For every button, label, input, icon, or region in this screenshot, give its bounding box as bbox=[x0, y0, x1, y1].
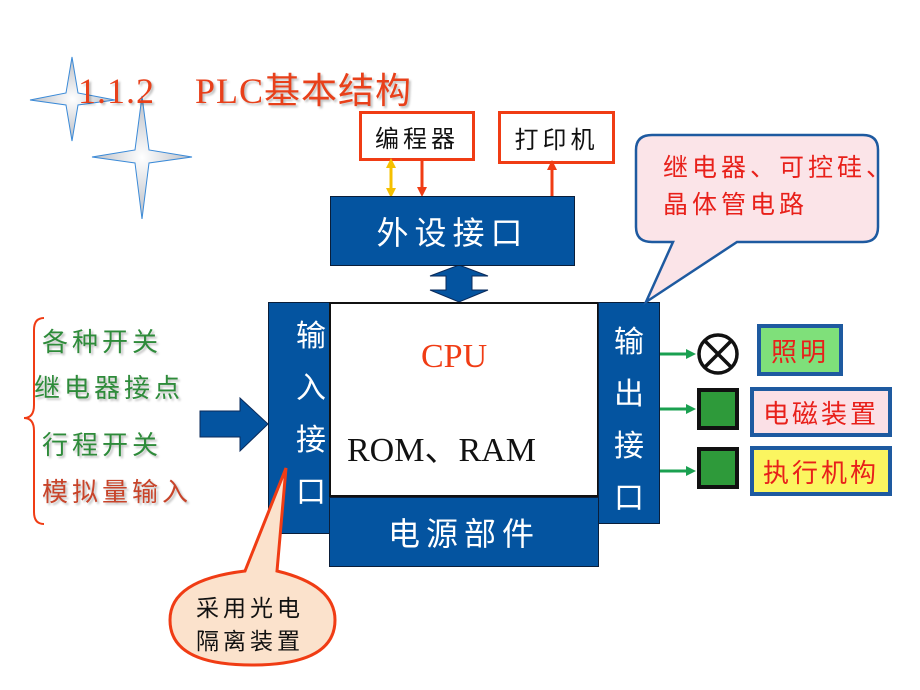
input-callout-text-line2: 隔离装置 bbox=[196, 629, 304, 655]
output-callout-text-line1: 继电器、可控硅、 bbox=[663, 153, 896, 182]
output-callout-text-line2: 晶体管电路 bbox=[663, 190, 809, 219]
callout-shapes bbox=[168, 133, 880, 667]
input-callout-text-line1: 采用光电 bbox=[196, 596, 304, 622]
